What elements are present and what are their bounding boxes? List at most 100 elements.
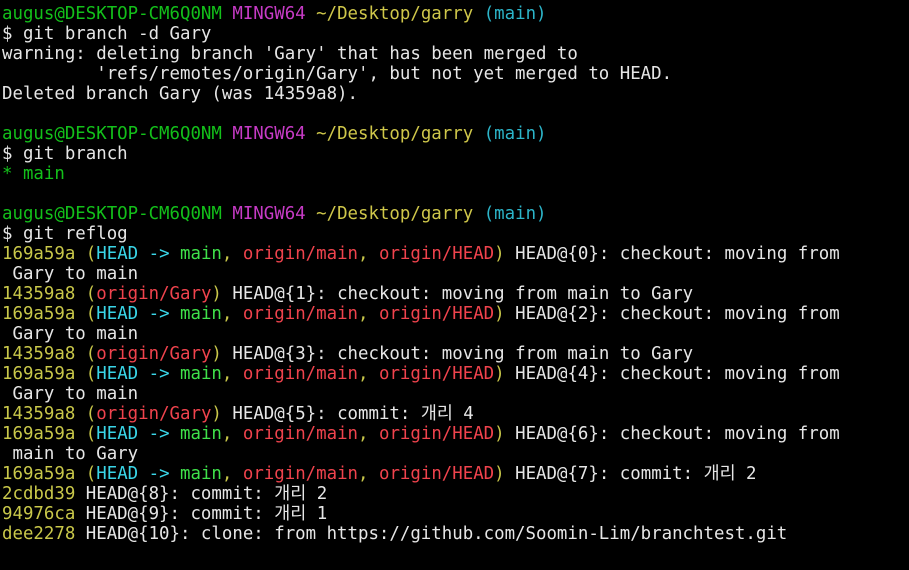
terminal-text-segment: HEAD@{0}: checkout: moving from	[504, 244, 840, 264]
terminal-text-segment: (main)	[483, 4, 547, 24]
terminal-line: 94976ca HEAD@{9}: commit: 개리 1	[2, 504, 909, 524]
terminal-text-segment: )	[211, 344, 222, 364]
terminal-text-segment: ~/Desktop/garry	[316, 124, 474, 144]
terminal-text-segment: main	[180, 464, 222, 484]
terminal-text-segment: ~/Desktop/garry	[316, 4, 474, 24]
terminal-text-segment: origin/HEAD	[378, 244, 495, 264]
terminal-line: * main	[2, 164, 909, 184]
terminal-text-segment: ,	[358, 464, 379, 484]
terminal-window[interactable]: augus@DESKTOP-CM6Q0NM MINGW64 ~/Desktop/…	[0, 0, 909, 570]
terminal-line: $ git branch	[2, 144, 909, 164]
terminal-text-segment: HEAD ->	[96, 364, 181, 384]
terminal-text-segment: origin/main	[242, 364, 359, 384]
terminal-text-segment: HEAD@{2}: checkout: moving from	[504, 304, 840, 324]
terminal-text-segment: * main	[2, 164, 65, 184]
terminal-text-segment: (	[75, 304, 97, 324]
terminal-text-segment: 169a59a	[2, 364, 76, 384]
terminal-text-segment: )	[494, 464, 505, 484]
terminal-line: 2cdbd39 HEAD@{8}: commit: 개리 2	[2, 484, 909, 504]
terminal-text-segment: MINGW64	[232, 204, 306, 224]
terminal-text-segment: dee2278	[2, 524, 76, 544]
terminal-text-segment: )	[211, 404, 222, 424]
terminal-text-segment: ,	[221, 464, 243, 484]
terminal-text-segment: main to Gary	[2, 444, 139, 464]
terminal-line: $ git reflog	[2, 224, 909, 244]
terminal-text-segment: origin/Gary	[96, 284, 212, 304]
terminal-text-segment: 94976ca	[2, 504, 76, 524]
terminal-text-segment: origin/Gary	[96, 344, 212, 364]
terminal-line: Deleted branch Gary (was 14359a8).	[2, 84, 909, 104]
terminal-text-segment: origin/main	[242, 244, 359, 264]
terminal-text-segment: main	[180, 364, 222, 384]
terminal-text-segment: ,	[221, 244, 243, 264]
terminal-text-segment: )	[211, 284, 222, 304]
terminal-text-segment: )	[494, 424, 505, 444]
terminal-text-segment: HEAD@{6}: checkout: moving from	[504, 424, 840, 444]
terminal-line: 14359a8 (origin/Gary) HEAD@{1}: checkout…	[2, 284, 909, 304]
terminal-line: Gary to main	[2, 324, 909, 344]
terminal-text-segment: HEAD@{5}: commit: 개리 4	[221, 404, 474, 424]
terminal-text-segment: origin/HEAD	[378, 424, 495, 444]
terminal-text-segment: 169a59a	[2, 244, 76, 264]
terminal-text-segment: HEAD@{9}: commit: 개리 1	[75, 504, 328, 524]
terminal-text-segment: (	[75, 424, 97, 444]
terminal-text-segment: 2cdbd39	[2, 484, 76, 504]
terminal-text-segment: 'refs/remotes/origin/Gary', but not yet …	[2, 64, 673, 84]
terminal-line: dee2278 HEAD@{10}: clone: from https://g…	[2, 524, 909, 544]
terminal-text-segment: )	[494, 244, 505, 264]
terminal-line: 14359a8 (origin/Gary) HEAD@{5}: commit: …	[2, 404, 909, 424]
terminal-line: augus@DESKTOP-CM6Q0NM MINGW64 ~/Desktop/…	[2, 4, 909, 24]
terminal-line: Gary to main	[2, 384, 909, 404]
terminal-text-segment: (	[75, 464, 97, 484]
terminal-text-segment: origin/main	[242, 424, 359, 444]
terminal-line: 169a59a (HEAD -> main, origin/main, orig…	[2, 464, 909, 484]
terminal-text-segment: $ git reflog	[2, 224, 128, 244]
terminal-text-segment: HEAD ->	[96, 424, 181, 444]
terminal-text-segment: HEAD@{1}: checkout: moving from main to …	[221, 284, 694, 304]
terminal-text-segment: HEAD ->	[96, 304, 181, 324]
terminal-text-segment: main	[180, 304, 222, 324]
terminal-line: 'refs/remotes/origin/Gary', but not yet …	[2, 64, 909, 84]
terminal-text-segment: ,	[221, 364, 243, 384]
terminal-text-segment: 14359a8	[2, 284, 76, 304]
terminal-text-segment: Gary to main	[2, 264, 139, 284]
terminal-text-segment: $ git branch -d Gary	[2, 24, 212, 44]
terminal-text-segment: HEAD@{10}: clone: from https://github.co…	[75, 524, 788, 544]
terminal-text-segment: HEAD@{3}: checkout: moving from main to …	[221, 344, 694, 364]
terminal-line: main to Gary	[2, 444, 909, 464]
terminal-text-segment: )	[494, 364, 505, 384]
terminal-text-segment: ,	[358, 244, 379, 264]
terminal-text-segment: ,	[358, 424, 379, 444]
terminal-text-segment: (	[75, 244, 97, 264]
terminal-text-segment: origin/HEAD	[378, 364, 495, 384]
terminal-line: 169a59a (HEAD -> main, origin/main, orig…	[2, 304, 909, 324]
terminal-text-segment: (	[75, 344, 97, 364]
terminal-text-segment: HEAD@{7}: commit: 개리 2	[504, 464, 757, 484]
terminal-text-segment: HEAD@{8}: commit: 개리 2	[75, 484, 328, 504]
terminal-text-segment: origin/Gary	[96, 404, 212, 424]
terminal-line: 169a59a (HEAD -> main, origin/main, orig…	[2, 364, 909, 384]
terminal-text-segment: ~/Desktop/garry	[316, 204, 474, 224]
terminal-text-segment: 169a59a	[2, 424, 76, 444]
terminal-line: augus@DESKTOP-CM6Q0NM MINGW64 ~/Desktop/…	[2, 124, 909, 144]
terminal-line: 169a59a (HEAD -> main, origin/main, orig…	[2, 424, 909, 444]
terminal-line: $ git branch -d Gary	[2, 24, 909, 44]
terminal-text-segment: MINGW64	[232, 124, 306, 144]
terminal-text-segment: (	[75, 364, 97, 384]
terminal-text-segment: origin/HEAD	[378, 464, 495, 484]
terminal-text-segment: 169a59a	[2, 464, 76, 484]
terminal-text-segment: Gary to main	[2, 384, 139, 404]
terminal-text-segment: origin/main	[242, 464, 359, 484]
terminal-text-segment: (	[75, 284, 97, 304]
terminal-text-segment: ,	[221, 424, 243, 444]
